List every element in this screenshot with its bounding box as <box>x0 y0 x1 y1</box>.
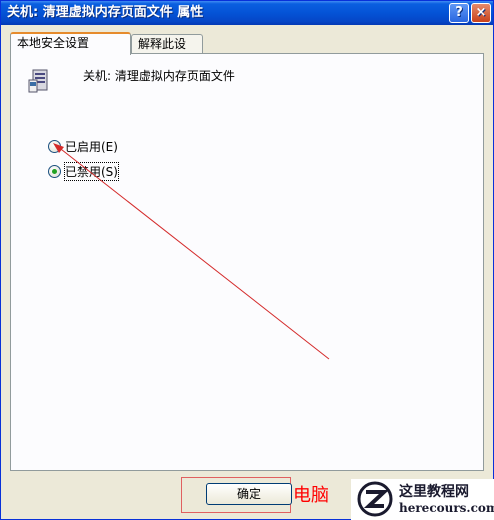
ok-button[interactable]: 确定 <box>206 483 292 505</box>
tab-panel: 关机: 清理虚拟内存页面文件 已启用(E) 已禁用(S) <box>10 53 484 471</box>
enabled-radio[interactable] <box>48 139 61 153</box>
disabled-label: 已禁用(S) <box>64 161 119 181</box>
policy-computer-icon <box>28 69 48 93</box>
annotation-text: 电脑 <box>293 485 329 506</box>
window-title: 关机: 清理虚拟内存页面文件 属性 <box>7 5 204 20</box>
properties-dialog: 关机: 清理虚拟内存页面文件 属性 ? × 本地安全设置 解释此设置 关机: 清… <box>0 0 494 520</box>
enabled-label: 已启用(E) <box>65 139 118 154</box>
option-disabled[interactable]: 已禁用(S) <box>48 161 119 181</box>
option-enabled[interactable]: 已启用(E) <box>48 137 118 155</box>
tab-local-security-setting[interactable]: 本地安全设置 <box>10 32 131 55</box>
watermark-logo-icon <box>357 481 393 517</box>
policy-title: 关机: 清理虚拟内存页面文件 <box>83 69 235 83</box>
help-button[interactable]: ? <box>449 3 469 23</box>
disabled-radio[interactable] <box>48 164 61 178</box>
watermark-cn: 这里教程网 <box>399 484 469 500</box>
title-bar: 关机: 清理虚拟内存页面文件 属性 ? × <box>1 1 493 25</box>
close-button[interactable]: × <box>471 3 491 23</box>
watermark-en: herecours.com <box>399 501 494 515</box>
watermark: 这里教程网 herecours.com <box>351 479 494 520</box>
tab-explain-setting[interactable]: 解释此设置 <box>131 34 203 69</box>
